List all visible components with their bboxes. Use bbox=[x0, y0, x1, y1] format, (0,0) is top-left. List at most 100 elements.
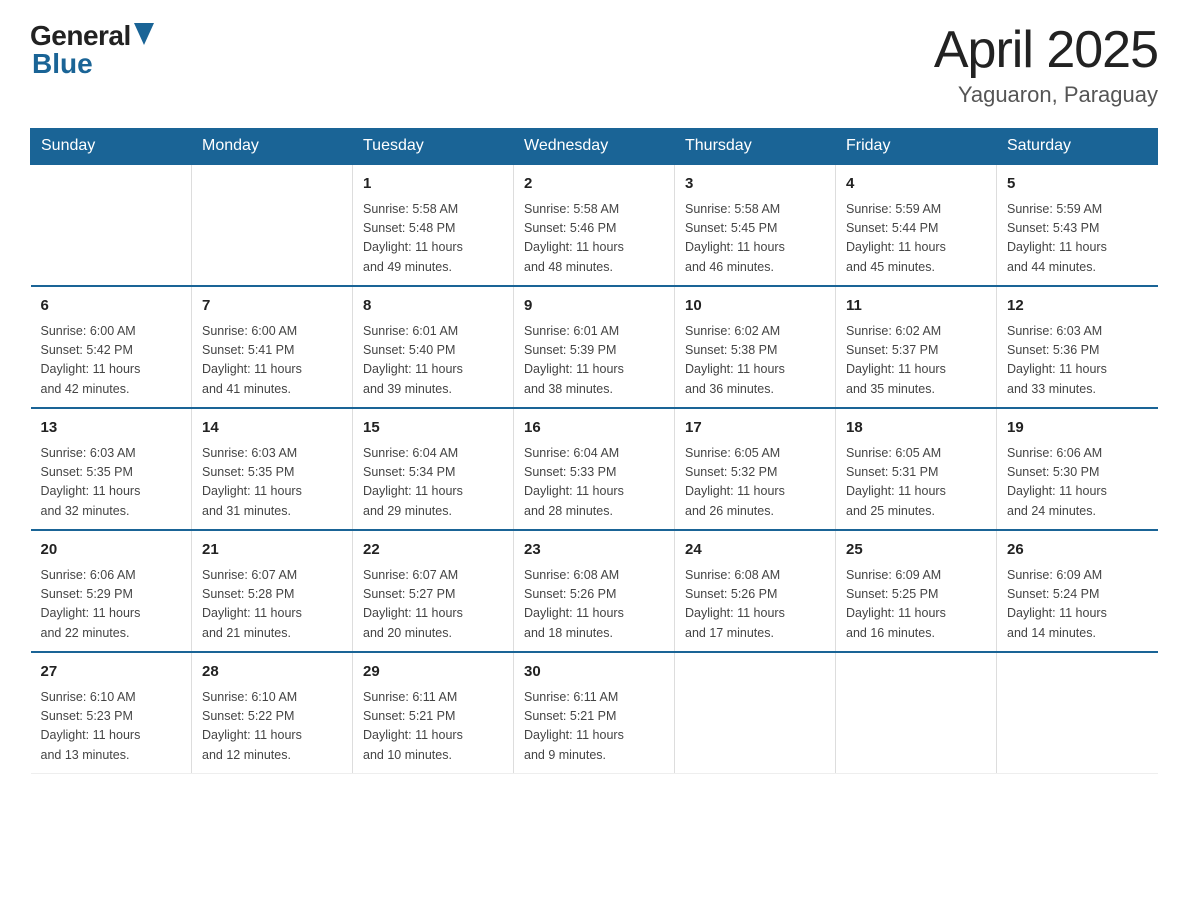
calendar-cell: 23Sunrise: 6:08 AM Sunset: 5:26 PM Dayli… bbox=[514, 530, 675, 652]
location-subtitle: Yaguaron, Paraguay bbox=[934, 82, 1158, 108]
day-info: Sunrise: 6:03 AM Sunset: 5:35 PM Dayligh… bbox=[202, 444, 342, 522]
calendar-cell: 13 Sunrise: 6:03 AM Sunset: 5:35 PM Dayli… bbox=[31, 408, 192, 530]
day-number: 9 bbox=[524, 295, 664, 318]
day-info: Sunrise: 6:09 AM Sunset: 5:24 PM Dayligh… bbox=[1007, 566, 1148, 644]
day-info: Sunrise: 6:00 AM Sunset: 5:42 PM Dayligh… bbox=[41, 322, 182, 400]
calendar-cell: 2 Sunrise: 5:58 AM Sunset: 5:46 PM Daylig… bbox=[514, 164, 675, 286]
day-number: 4 bbox=[846, 173, 986, 196]
day-number: 20 bbox=[41, 539, 182, 562]
calendar-cell: 20 Sunrise: 6:06 AM Sunset: 5:29 PM Dayli… bbox=[31, 530, 192, 652]
calendar-cell: 4Sunrise: 5:59 AM Sunset: 5:44 PM Daylig… bbox=[836, 164, 997, 286]
day-info: Sunrise: 6:10 AM Sunset: 5:22 PM Dayligh… bbox=[202, 688, 342, 766]
day-number: 24 bbox=[685, 539, 825, 562]
day-number: 7 bbox=[202, 295, 342, 318]
day-info: Sunrise: 6:11 AM Sunset: 5:21 PM Dayligh… bbox=[363, 688, 503, 766]
day-info: Sunrise: 6:01 AM Sunset: 5:39 PM Dayligh… bbox=[524, 322, 664, 400]
day-info: Sunrise: 6:07 AM Sunset: 5:27 PM Dayligh… bbox=[363, 566, 503, 644]
calendar-cell: 17 Sunrise: 6:05 AM Sunset: 5:32 PM Dayli… bbox=[675, 408, 836, 530]
day-info: Sunrise: 6:06 AM Sunset: 5:30 PM Dayligh… bbox=[1007, 444, 1148, 522]
day-number: 10 bbox=[685, 295, 825, 318]
day-number: 26 bbox=[1007, 539, 1148, 562]
day-number: 28 bbox=[202, 661, 342, 684]
weekday-header-wednesday: Wednesday bbox=[514, 129, 675, 165]
day-number: 16 bbox=[524, 417, 664, 440]
day-number: 22 bbox=[363, 539, 503, 562]
weekday-header-tuesday: Tuesday bbox=[353, 129, 514, 165]
day-number: 3 bbox=[685, 173, 825, 196]
calendar-cell: 10 Sunrise: 6:02 AM Sunset: 5:38 PM Dayli… bbox=[675, 286, 836, 408]
day-info: Sunrise: 6:05 AM Sunset: 5:32 PM Dayligh… bbox=[685, 444, 825, 522]
header: General Blue April 2025 Yaguaron, Paragu… bbox=[30, 20, 1158, 108]
calendar-cell bbox=[836, 652, 997, 774]
calendar-cell bbox=[997, 652, 1158, 774]
day-info: Sunrise: 6:04 AM Sunset: 5:34 PM Dayligh… bbox=[363, 444, 503, 522]
day-info: Sunrise: 6:11 AM Sunset: 5:21 PM Dayligh… bbox=[524, 688, 664, 766]
weekday-header-saturday: Saturday bbox=[997, 129, 1158, 165]
day-info: Sunrise: 6:06 AM Sunset: 5:29 PM Dayligh… bbox=[41, 566, 182, 644]
calendar-cell: 19 Sunrise: 6:06 AM Sunset: 5:30 PM Dayli… bbox=[997, 408, 1158, 530]
calendar-week-row: 6Sunrise: 6:00 AM Sunset: 5:42 PM Daylig… bbox=[31, 286, 1158, 408]
day-info: Sunrise: 6:09 AM Sunset: 5:25 PM Dayligh… bbox=[846, 566, 986, 644]
calendar-cell: 15 Sunrise: 6:04 AM Sunset: 5:34 PM Dayli… bbox=[353, 408, 514, 530]
day-number: 18 bbox=[846, 417, 986, 440]
day-number: 2 bbox=[524, 173, 664, 196]
calendar-cell: 26 Sunrise: 6:09 AM Sunset: 5:24 PM Dayli… bbox=[997, 530, 1158, 652]
day-number: 5 bbox=[1007, 173, 1148, 196]
day-info: Sunrise: 5:58 AM Sunset: 5:46 PM Dayligh… bbox=[524, 200, 664, 278]
day-info: Sunrise: 5:58 AM Sunset: 5:48 PM Dayligh… bbox=[363, 200, 503, 278]
calendar-cell: 29 Sunrise: 6:11 AM Sunset: 5:21 PM Dayli… bbox=[353, 652, 514, 774]
day-number: 21 bbox=[202, 539, 342, 562]
calendar-cell: 5 Sunrise: 5:59 AM Sunset: 5:43 PM Daylig… bbox=[997, 164, 1158, 286]
calendar-cell: 14Sunrise: 6:03 AM Sunset: 5:35 PM Dayli… bbox=[192, 408, 353, 530]
day-info: Sunrise: 6:02 AM Sunset: 5:38 PM Dayligh… bbox=[685, 322, 825, 400]
calendar-cell: 6Sunrise: 6:00 AM Sunset: 5:42 PM Daylig… bbox=[31, 286, 192, 408]
day-info: Sunrise: 6:08 AM Sunset: 5:26 PM Dayligh… bbox=[685, 566, 825, 644]
calendar-cell: 27Sunrise: 6:10 AM Sunset: 5:23 PM Dayli… bbox=[31, 652, 192, 774]
calendar-cell: 24 Sunrise: 6:08 AM Sunset: 5:26 PM Dayli… bbox=[675, 530, 836, 652]
day-number: 12 bbox=[1007, 295, 1148, 318]
calendar-cell: 1 Sunrise: 5:58 AM Sunset: 5:48 PM Daylig… bbox=[353, 164, 514, 286]
day-info: Sunrise: 5:58 AM Sunset: 5:45 PM Dayligh… bbox=[685, 200, 825, 278]
calendar-cell: 3 Sunrise: 5:58 AM Sunset: 5:45 PM Daylig… bbox=[675, 164, 836, 286]
day-number: 29 bbox=[363, 661, 503, 684]
weekday-header-row: SundayMondayTuesdayWednesdayThursdayFrid… bbox=[31, 129, 1158, 165]
calendar-cell: 25Sunrise: 6:09 AM Sunset: 5:25 PM Dayli… bbox=[836, 530, 997, 652]
day-number: 19 bbox=[1007, 417, 1148, 440]
day-info: Sunrise: 6:07 AM Sunset: 5:28 PM Dayligh… bbox=[202, 566, 342, 644]
day-number: 8 bbox=[363, 295, 503, 318]
day-info: Sunrise: 6:04 AM Sunset: 5:33 PM Dayligh… bbox=[524, 444, 664, 522]
day-number: 13 bbox=[41, 417, 182, 440]
calendar-cell: 8Sunrise: 6:01 AM Sunset: 5:40 PM Daylig… bbox=[353, 286, 514, 408]
day-number: 30 bbox=[524, 661, 664, 684]
day-info: Sunrise: 6:10 AM Sunset: 5:23 PM Dayligh… bbox=[41, 688, 182, 766]
day-number: 17 bbox=[685, 417, 825, 440]
title-area: April 2025 Yaguaron, Paraguay bbox=[934, 20, 1158, 108]
calendar-cell: 22 Sunrise: 6:07 AM Sunset: 5:27 PM Dayli… bbox=[353, 530, 514, 652]
day-number: 1 bbox=[363, 173, 503, 196]
calendar-cell: 7 Sunrise: 6:00 AM Sunset: 5:41 PM Daylig… bbox=[192, 286, 353, 408]
day-info: Sunrise: 6:03 AM Sunset: 5:35 PM Dayligh… bbox=[41, 444, 182, 522]
day-info: Sunrise: 5:59 AM Sunset: 5:43 PM Dayligh… bbox=[1007, 200, 1148, 278]
month-year-title: April 2025 bbox=[934, 20, 1158, 80]
calendar-cell: 18 Sunrise: 6:05 AM Sunset: 5:31 PM Dayli… bbox=[836, 408, 997, 530]
calendar-cell: 9 Sunrise: 6:01 AM Sunset: 5:39 PM Daylig… bbox=[514, 286, 675, 408]
calendar-cell: 30 Sunrise: 6:11 AM Sunset: 5:21 PM Dayli… bbox=[514, 652, 675, 774]
calendar-table: SundayMondayTuesdayWednesdayThursdayFrid… bbox=[30, 128, 1158, 774]
calendar-cell bbox=[31, 164, 192, 286]
calendar-cell: 16 Sunrise: 6:04 AM Sunset: 5:33 PM Dayli… bbox=[514, 408, 675, 530]
calendar-week-row: 20 Sunrise: 6:06 AM Sunset: 5:29 PM Dayli… bbox=[31, 530, 1158, 652]
day-number: 23 bbox=[524, 539, 664, 562]
day-number: 15 bbox=[363, 417, 503, 440]
calendar-cell: 12 Sunrise: 6:03 AM Sunset: 5:36 PM Dayli… bbox=[997, 286, 1158, 408]
day-info: Sunrise: 6:00 AM Sunset: 5:41 PM Dayligh… bbox=[202, 322, 342, 400]
weekday-header-sunday: Sunday bbox=[31, 129, 192, 165]
weekday-header-monday: Monday bbox=[192, 129, 353, 165]
logo: General Blue bbox=[30, 20, 154, 80]
calendar-cell: 21 Sunrise: 6:07 AM Sunset: 5:28 PM Dayli… bbox=[192, 530, 353, 652]
day-info: Sunrise: 6:05 AM Sunset: 5:31 PM Dayligh… bbox=[846, 444, 986, 522]
weekday-header-thursday: Thursday bbox=[675, 129, 836, 165]
day-info: Sunrise: 6:03 AM Sunset: 5:36 PM Dayligh… bbox=[1007, 322, 1148, 400]
weekday-header-friday: Friday bbox=[836, 129, 997, 165]
day-info: Sunrise: 6:02 AM Sunset: 5:37 PM Dayligh… bbox=[846, 322, 986, 400]
calendar-week-row: 13 Sunrise: 6:03 AM Sunset: 5:35 PM Dayli… bbox=[31, 408, 1158, 530]
